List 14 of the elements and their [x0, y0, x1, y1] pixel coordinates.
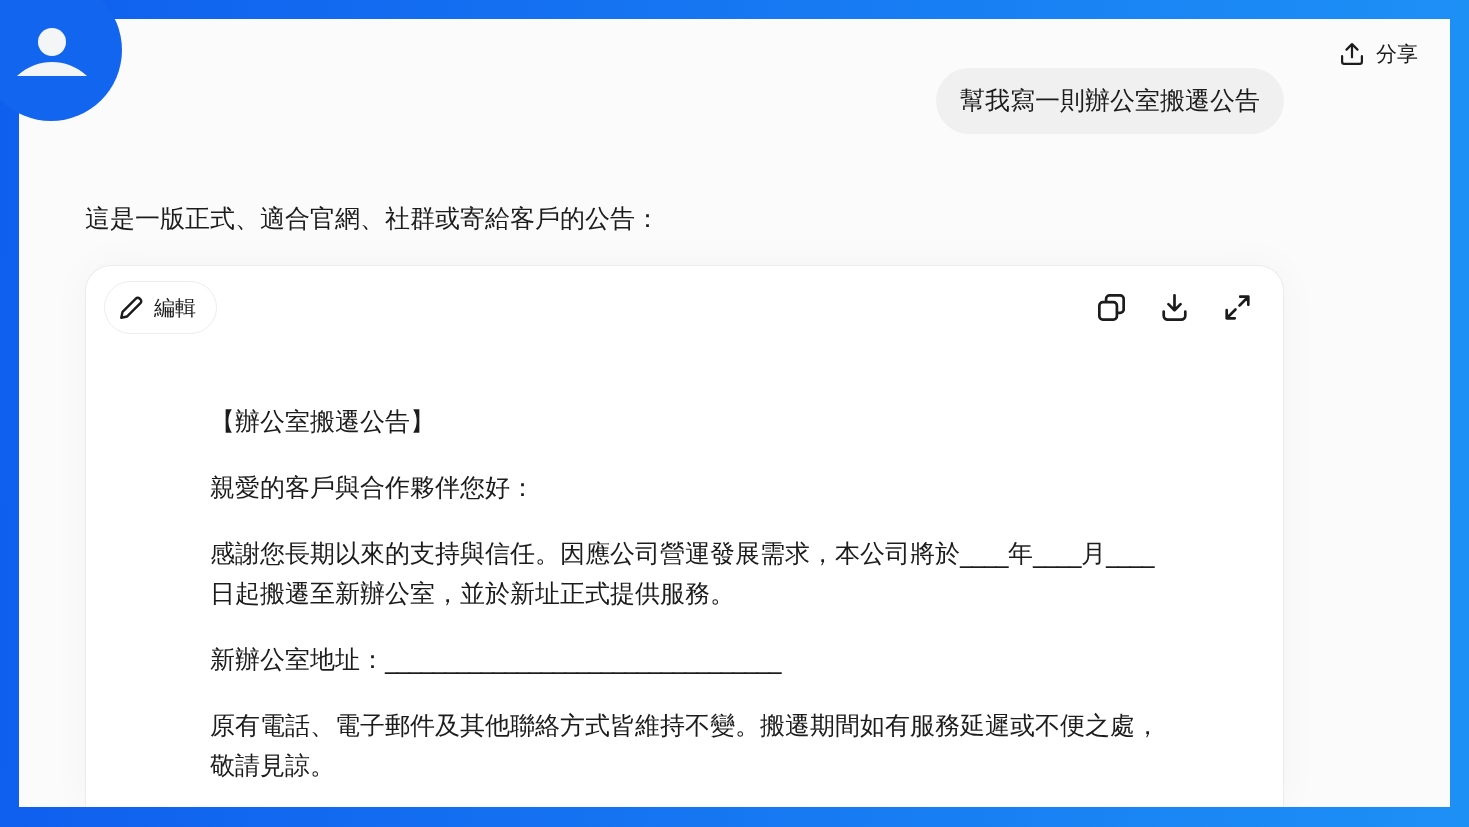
announcement-paragraph: 新辦公室地址：_________________________________ — [210, 644, 783, 676]
announcement-paragraph: 親愛的客戶與合作夥伴您好： — [210, 472, 536, 504]
upload-icon — [1341, 43, 1363, 65]
user-message-bubble: 幫我寫一則辦公室搬遷公告 — [936, 68, 1284, 134]
copy-icon — [1098, 294, 1125, 321]
pencil-icon — [120, 296, 143, 319]
assistant-message: 這是一版正式、適合官網、社群或寄給客戶的公告： — [85, 203, 661, 235]
announcement-paragraph: 原有電話、電子郵件及其他聯絡方式皆維持不變。搬遷期間如有服務延遲或不便之處，敬請見諒。 — [210, 710, 1161, 782]
announcement-paragraph: 【辦公室搬遷公告】 — [210, 406, 436, 438]
edit-button[interactable]: 編輯 — [104, 281, 217, 334]
download-icon — [1161, 294, 1188, 321]
announcement-paragraph: 感謝您長期以來的支持與信任。因應公司營運發展需求，本公司將於____年____月____日起搬遷至新辦公室，並於新址正式提供服務。 — [210, 538, 1156, 610]
share-button[interactable]: 分享 — [1341, 40, 1418, 68]
expand-icon — [1224, 294, 1251, 321]
